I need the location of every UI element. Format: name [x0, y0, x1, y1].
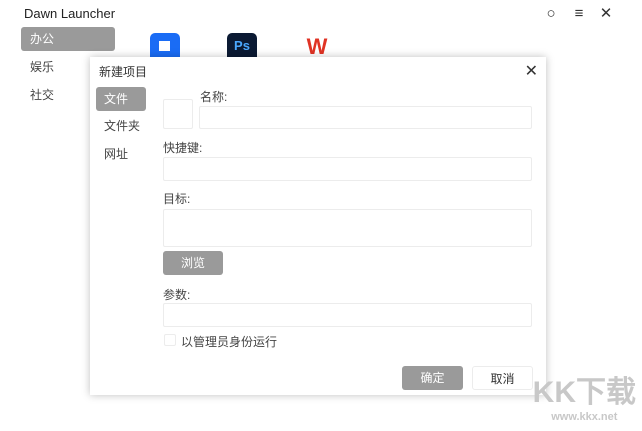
- watermark-url: www.kkx.net: [551, 411, 618, 423]
- hotkey-input[interactable]: [163, 157, 532, 181]
- tab-folder[interactable]: 文件夹: [96, 114, 146, 138]
- cancel-button[interactable]: 取消: [472, 366, 533, 390]
- target-label: 目标:: [163, 192, 191, 206]
- item-icon-picker[interactable]: [163, 99, 193, 129]
- run-as-admin-checkbox[interactable]: [164, 334, 176, 346]
- dialog-title: 新建项目: [99, 65, 148, 79]
- photoshop-app-icon[interactable]: Ps: [227, 33, 257, 57]
- watermark-logo: KK下载: [532, 376, 636, 409]
- tab-url[interactable]: 网址: [96, 142, 146, 166]
- params-label: 参数:: [163, 288, 191, 302]
- tab-file[interactable]: 文件: [96, 87, 146, 111]
- ok-button[interactable]: 确定: [402, 366, 463, 390]
- name-label: 名称:: [200, 90, 228, 104]
- wps-app-icon[interactable]: W: [302, 33, 332, 59]
- flowus-app-icon[interactable]: [150, 33, 180, 57]
- watermark: KK下载 www.kkx.net: [533, 367, 636, 423]
- dialog-close-icon[interactable]: ✕: [525, 61, 538, 81]
- search-icon[interactable]: ○: [542, 5, 560, 23]
- close-icon[interactable]: ✕: [597, 5, 615, 23]
- params-input[interactable]: [163, 303, 532, 327]
- target-input[interactable]: [163, 209, 532, 247]
- sidebar-item-office[interactable]: 办公: [21, 27, 115, 51]
- new-item-dialog: 新建项目 ✕ 文件 文件夹 网址 名称: 快捷键: 目标: 浏览 参数: 以管理…: [90, 57, 546, 395]
- hotkey-label: 快捷键:: [163, 141, 203, 155]
- app-title: Dawn Launcher: [24, 6, 116, 21]
- run-as-admin-label: 以管理员身份运行: [181, 335, 278, 349]
- browse-button[interactable]: 浏览: [163, 251, 223, 275]
- name-input[interactable]: [199, 106, 532, 129]
- menu-icon[interactable]: ≡: [570, 5, 588, 23]
